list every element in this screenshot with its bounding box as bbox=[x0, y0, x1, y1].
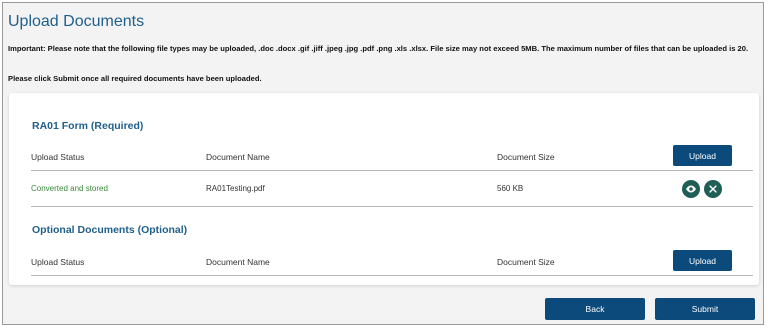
column-header-document-name: Document Name bbox=[206, 152, 270, 162]
required-upload-button[interactable]: Upload bbox=[673, 145, 732, 166]
remove-document-button[interactable] bbox=[704, 180, 722, 198]
upload-status-text: Converted and stored bbox=[31, 184, 108, 193]
column-header-upload-status: Upload Status bbox=[31, 152, 85, 162]
page-title: Upload Documents bbox=[8, 13, 145, 30]
column-header-document-size: Document Size bbox=[497, 152, 555, 162]
divider bbox=[31, 275, 753, 276]
column-header-upload-status: Upload Status bbox=[31, 257, 85, 267]
document-name-text: RA01Testing.pdf bbox=[206, 184, 265, 193]
documents-card: RA01 Form (Required) Upload Status Docum… bbox=[9, 93, 759, 285]
file-type-notice: Important: Please note that the followin… bbox=[8, 44, 749, 53]
divider bbox=[31, 206, 753, 207]
optional-upload-button[interactable]: Upload bbox=[673, 250, 732, 271]
divider bbox=[31, 170, 753, 171]
column-header-document-name: Document Name bbox=[206, 257, 270, 267]
required-section-title: RA01 Form (Required) bbox=[32, 120, 144, 132]
submit-button[interactable]: Submit bbox=[655, 298, 755, 320]
back-button[interactable]: Back bbox=[545, 298, 645, 320]
close-icon bbox=[709, 185, 717, 193]
column-header-document-size: Document Size bbox=[497, 257, 555, 267]
eye-icon bbox=[686, 185, 696, 193]
view-document-button[interactable] bbox=[682, 180, 700, 198]
document-size-text: 560 KB bbox=[497, 184, 524, 193]
optional-section-title: Optional Documents (Optional) bbox=[32, 224, 188, 236]
submit-instruction: Please click Submit once all required do… bbox=[8, 74, 262, 83]
